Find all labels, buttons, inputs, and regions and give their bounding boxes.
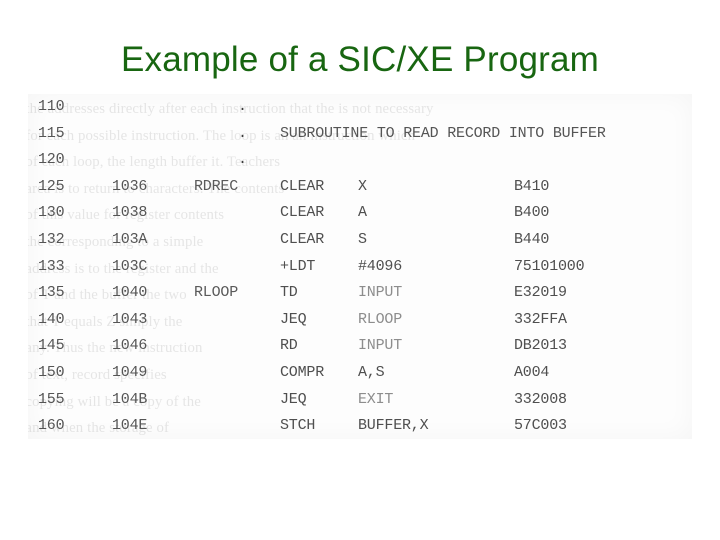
listing-line-number: 110 xyxy=(38,98,65,115)
listing-object-code: DB2013 xyxy=(514,337,567,355)
listing-mnemonic: COMPR xyxy=(280,363,325,381)
listing-mnemonic: CLEAR xyxy=(280,204,325,222)
listing-object-code: 57C003 xyxy=(514,417,567,435)
listing-address: 104E xyxy=(112,417,148,435)
listing-line-number: 120 xyxy=(38,151,65,169)
listing-row: 115 . SUBROUTINE TO READ RECORD INTO BUFF… xyxy=(28,121,692,148)
listing-mnemonic: TD xyxy=(280,284,298,302)
listing-address: 1036 xyxy=(112,177,148,195)
listing-line-number: 115 xyxy=(38,124,65,142)
listing-row: 145 1046 RD INPUT DB2013 xyxy=(28,333,692,360)
listing-address xyxy=(112,94,194,121)
listing-object-code xyxy=(514,147,692,174)
listing-label xyxy=(194,307,280,334)
listing-operand xyxy=(358,147,514,174)
listing-row: 120 . xyxy=(28,147,692,174)
listing-address xyxy=(112,147,194,174)
listing-address: 103C xyxy=(112,257,148,275)
listing-operand: A xyxy=(358,204,367,222)
listing-address: 1043 xyxy=(112,310,148,328)
listing-operand: EXIT xyxy=(358,390,394,408)
listing-address: 1046 xyxy=(112,337,148,355)
listing-row: 125 1036 RDREC CLEAR X B410 xyxy=(28,174,692,201)
listing-label xyxy=(194,227,280,254)
listing-mnemonic xyxy=(280,147,358,174)
listing-address: 1040 xyxy=(112,284,148,302)
listing-operand: S xyxy=(358,230,367,248)
listing-row: 135 1040 RLOOP TD INPUT E32019 xyxy=(28,280,692,307)
listing-row: 133 103C +LDT #4096 75101000 xyxy=(28,254,692,281)
listing-row: 150 1049 COMPR A,S A004 xyxy=(28,360,692,387)
listing-label xyxy=(194,360,280,387)
listing-line-number: 132 xyxy=(38,230,65,248)
listing-object-code: B440 xyxy=(514,230,550,248)
listing-operand xyxy=(358,94,514,121)
listing-label xyxy=(194,200,280,227)
listing-object-code: 332008 xyxy=(514,390,567,408)
listing-row: 132 103A CLEAR S B440 xyxy=(28,227,692,254)
listing-continuation-dot: . xyxy=(194,151,247,169)
listing-object-code: E32019 xyxy=(514,284,567,302)
listing-address xyxy=(112,121,194,148)
listing-operand: A,S xyxy=(358,363,385,381)
listing-comment-header: SUBROUTINE TO READ RECORD INTO BUFFER xyxy=(280,124,606,142)
listing-row: 110 . xyxy=(28,94,692,121)
listing-mnemonic: RD xyxy=(280,337,298,355)
listing-operand: X xyxy=(358,177,367,195)
listing-mnemonic xyxy=(280,94,358,121)
assembly-listing-image: the addresses directly after each instru… xyxy=(28,94,692,439)
listing-continuation-dot: . xyxy=(194,124,247,142)
listing-operand: INPUT xyxy=(358,284,403,302)
listing-line-number: 155 xyxy=(38,390,65,408)
listing-object-code: B400 xyxy=(514,204,550,222)
listing-label xyxy=(194,387,280,414)
listing-row: 155 104B JEQ EXIT 332008 xyxy=(28,387,692,414)
slide-canvas: Example of a SIC/XE Program the addresse… xyxy=(0,0,720,540)
listing-operand: BUFFER,X xyxy=(358,417,429,435)
listing-object-code: B410 xyxy=(514,177,550,195)
listing-address: 103A xyxy=(112,230,148,248)
listing-label xyxy=(194,333,280,360)
listing-address: 1038 xyxy=(112,204,148,222)
listing-mnemonic: STCH xyxy=(280,417,316,435)
listing-line-number: 130 xyxy=(38,204,65,222)
listing-label: RLOOP xyxy=(194,284,239,302)
listing-row: 140 1043 JEQ RLOOP 332FFA xyxy=(28,307,692,334)
listing-continuation-dot: . xyxy=(194,98,247,115)
listing-address: 104B xyxy=(112,390,148,408)
listing-line-number: 140 xyxy=(38,310,65,328)
listing-label xyxy=(194,413,280,439)
assembly-listing-body: 110 . 115 . SUBROUTINE TO READ RECORD INTO… xyxy=(28,94,692,439)
listing-line-number: 160 xyxy=(38,417,65,435)
listing-mnemonic: CLEAR xyxy=(280,230,325,248)
listing-label: RDREC xyxy=(194,177,239,195)
listing-mnemonic: JEQ xyxy=(280,390,307,408)
listing-object-code: 75101000 xyxy=(514,257,585,275)
listing-line-number: 145 xyxy=(38,337,65,355)
listing-row: 130 1038 CLEAR A B400 xyxy=(28,200,692,227)
listing-row: 160 104E STCH BUFFER,X 57C003 xyxy=(28,413,692,439)
listing-line-number: 135 xyxy=(38,284,65,302)
listing-mnemonic: JEQ xyxy=(280,310,307,328)
listing-label xyxy=(194,254,280,281)
listing-line-number: 133 xyxy=(38,257,65,275)
listing-operand: INPUT xyxy=(358,337,403,355)
listing-operand: RLOOP xyxy=(358,310,403,328)
listing-mnemonic: +LDT xyxy=(280,257,316,275)
listing-mnemonic: CLEAR xyxy=(280,177,325,195)
listing-object-code: A004 xyxy=(514,363,550,381)
listing-object-code: 332FFA xyxy=(514,310,567,328)
page-title: Example of a SIC/XE Program xyxy=(120,40,600,79)
listing-line-number: 125 xyxy=(38,177,65,195)
assembly-listing-table: 110 . 115 . SUBROUTINE TO READ RECORD INTO… xyxy=(28,94,692,439)
listing-object-code xyxy=(514,94,692,121)
listing-address: 1049 xyxy=(112,363,148,381)
listing-operand: #4096 xyxy=(358,257,403,275)
listing-line-number: 150 xyxy=(38,363,65,381)
